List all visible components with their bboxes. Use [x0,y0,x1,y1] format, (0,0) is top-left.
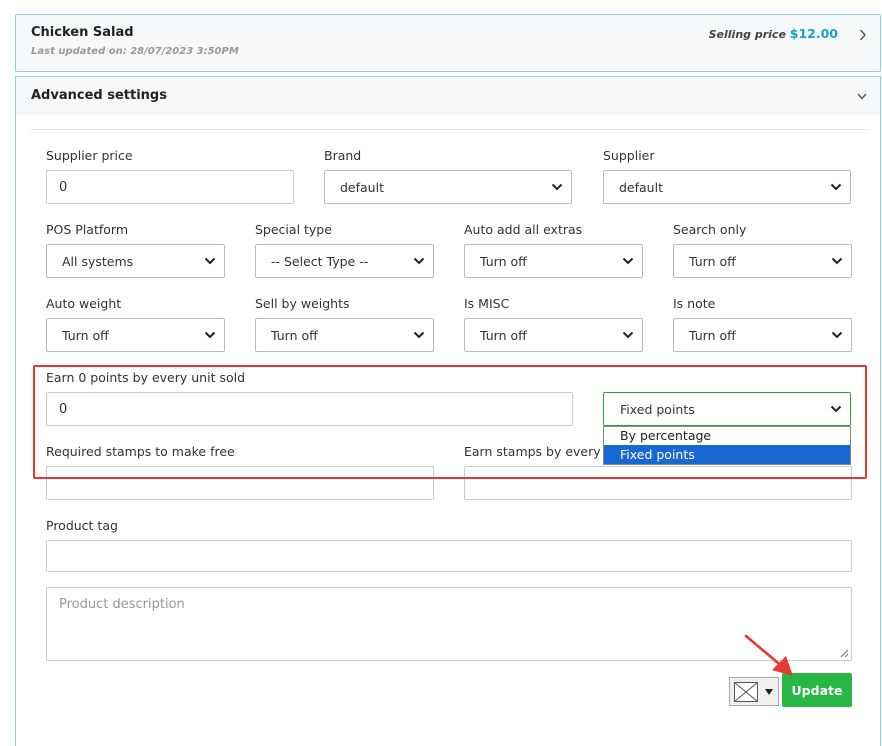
chevron-down-icon [204,257,216,265]
product-header[interactable]: Chicken Salad Last updated on: 28/07/202… [15,14,881,72]
product-name: Chicken Salad [31,25,134,40]
product-tag-label: Product tag [46,518,118,533]
product-description-textarea[interactable]: Product description [46,587,852,661]
auto-weight-label: Auto weight [46,296,122,311]
brand-select[interactable]: default [324,170,572,204]
is-note-label: Is note [673,296,716,311]
dropdown-arrow-icon [765,689,773,695]
auto-weight-select[interactable]: Turn off [46,318,225,352]
product-description-placeholder: Product description [59,597,185,612]
chevron-down-icon [413,331,425,339]
image-picker[interactable] [729,677,779,706]
selling-price: Selling price $12.00 [709,26,838,41]
is-misc-label: Is MISC [464,296,510,311]
search-only-select[interactable]: Turn off [673,244,852,278]
search-only-label: Search only [673,222,747,237]
chevron-down-icon [831,331,843,339]
brand-label: Brand [324,148,362,163]
advanced-settings-header[interactable]: Advanced settings [16,77,880,115]
sell-by-weights-label: Sell by weights [255,296,350,311]
supplier-select[interactable]: default [603,170,851,204]
chevron-down-icon [831,257,843,265]
chevron-down-icon [622,331,634,339]
is-misc-select[interactable]: Turn off [464,318,643,352]
auto-add-extras-select[interactable]: Turn off [464,244,643,278]
sell-by-weights-select[interactable]: Turn off [255,318,434,352]
chevron-right-icon[interactable] [859,29,867,41]
resize-handle-icon[interactable] [840,649,849,658]
supplier-price-label: Supplier price [46,148,133,163]
chevron-down-icon[interactable] [857,93,867,100]
supplier-price-input[interactable]: 0 [46,170,294,204]
pos-platform-select[interactable]: All systems [46,244,225,278]
header-divider [31,129,867,130]
special-type-select[interactable]: -- Select Type -- [255,244,434,278]
image-placeholder-icon [734,682,758,702]
product-tag-input[interactable] [46,540,852,572]
chevron-down-icon [551,183,563,191]
pos-platform-label: POS Platform [46,222,129,237]
highlight-box [33,365,867,479]
supplier-label: Supplier [603,148,655,163]
selling-price-label: Selling price [708,28,786,41]
auto-add-extras-label: Auto add all extras [464,222,583,237]
chevron-down-icon [830,183,842,191]
special-type-label: Special type [255,222,332,237]
chevron-down-icon [204,331,216,339]
selling-price-value: $12.00 [789,26,838,41]
chevron-down-icon [622,257,634,265]
advanced-settings-title: Advanced settings [31,88,167,103]
chevron-down-icon [413,257,425,265]
last-updated: Last updated on: 28/07/2023 3:50PM [31,46,239,57]
is-note-select[interactable]: Turn off [673,318,852,352]
annotation-arrow-icon [744,634,793,676]
